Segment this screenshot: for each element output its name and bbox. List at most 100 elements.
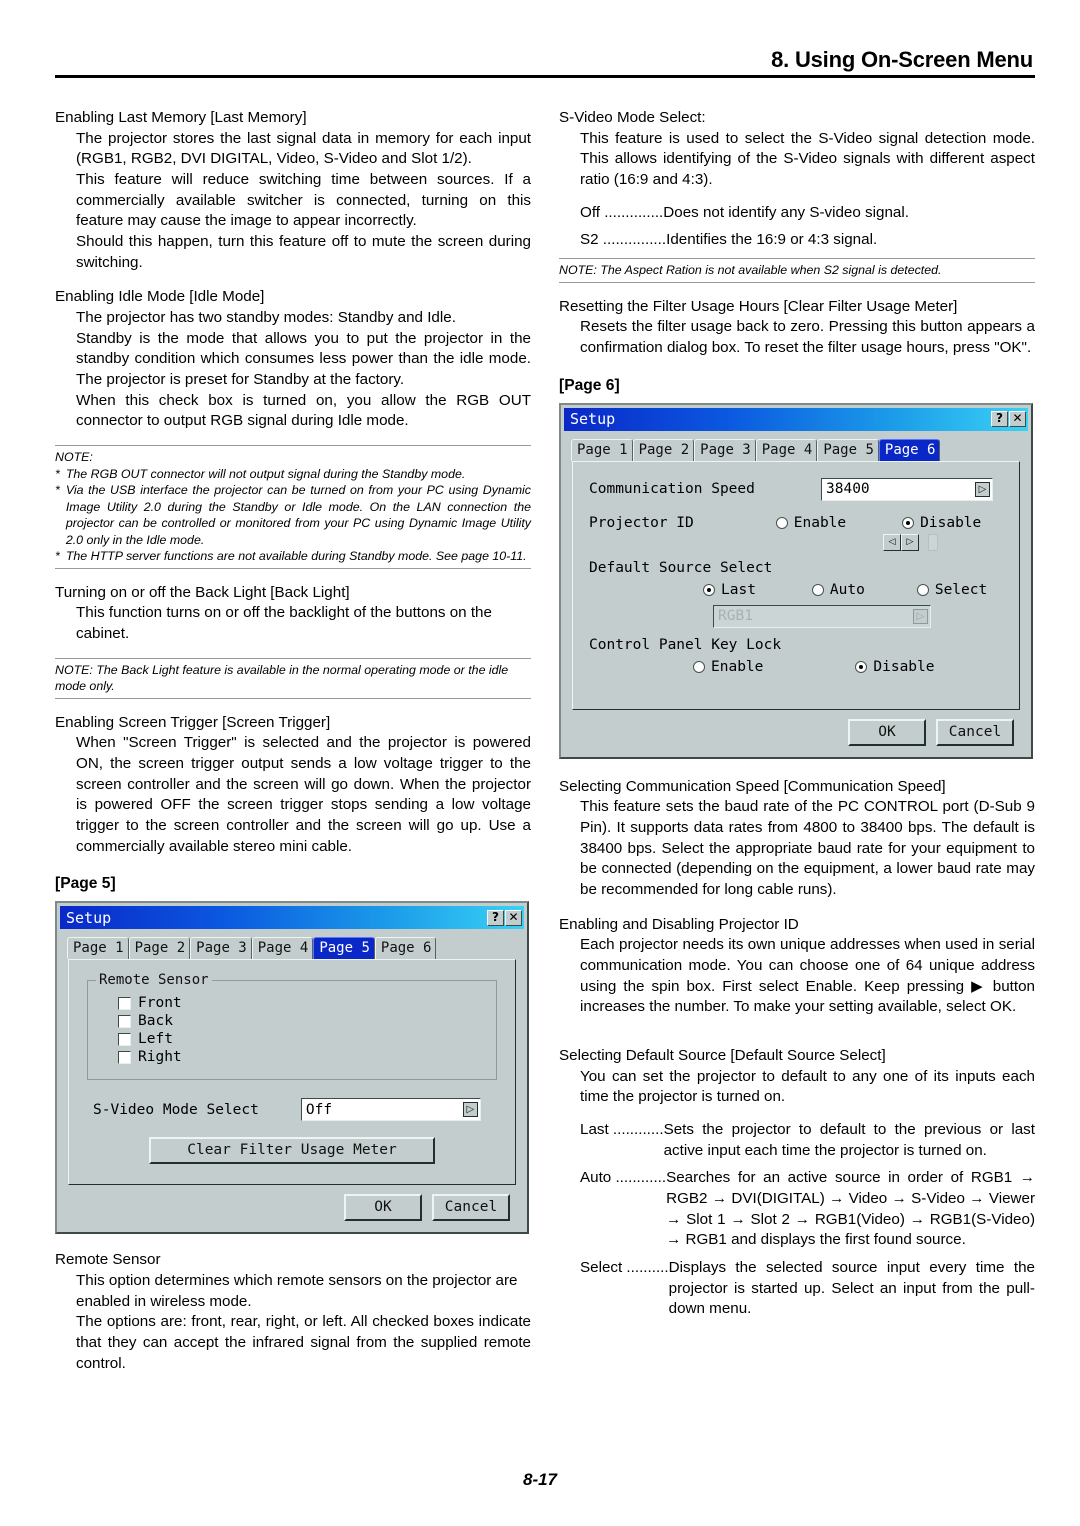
ok-button[interactable]: OK xyxy=(344,1194,422,1222)
tab-page-6[interactable]: Page 6 xyxy=(374,937,437,960)
tab-page-3[interactable]: Page 3 xyxy=(190,937,252,960)
spin-increment-icon[interactable]: ▷ xyxy=(901,533,919,551)
dialog-titlebar[interactable]: Setup ? ✕ xyxy=(60,906,524,930)
communication-speed-row: Communication Speed 38400 ▷ xyxy=(589,477,1001,501)
para-last-memory-3: Should this happen, turn this feature of… xyxy=(76,233,531,271)
tab-page-5[interactable]: Page 5 xyxy=(313,937,375,960)
remote-sensor-groupbox: Remote Sensor Front Back Left Right xyxy=(87,972,497,1081)
para-remote-sensor-1: This option determines which remote sens… xyxy=(76,1271,518,1310)
help-icon[interactable]: ? xyxy=(991,411,1008,428)
checkbox-left[interactable] xyxy=(118,1032,131,1046)
communication-speed-combobox[interactable]: 38400 ▷ xyxy=(821,477,993,501)
ok-button[interactable]: OK xyxy=(848,718,926,746)
cancel-button[interactable]: Cancel xyxy=(432,1194,510,1222)
tab-page-6[interactable]: Page 6 xyxy=(878,438,941,461)
default-source-combobox[interactable]: RGB1 ▷ xyxy=(713,604,931,628)
para-communication-speed: This feature sets the baud rate of the P… xyxy=(580,798,1035,898)
close-icon[interactable]: ✕ xyxy=(1009,411,1026,428)
key-lock-disable-radio-row[interactable]: Disable xyxy=(855,659,935,675)
definition-desc-last: Sets the projector to default to the pre… xyxy=(663,1120,1035,1159)
setup-dialog-page5[interactable]: Setup ? ✕ Page 1 Page 2 Page 3 Page 4 Pa… xyxy=(55,901,529,1235)
default-source-select-radio-row[interactable]: Select xyxy=(916,582,987,598)
default-source-combobox-value: RGB1 xyxy=(718,608,753,625)
close-icon[interactable]: ✕ xyxy=(505,909,522,926)
definition-term-off: Off .............. xyxy=(580,203,664,221)
note-bullet-marker: * xyxy=(55,483,60,498)
chevron-right-icon[interactable]: ▷ xyxy=(913,608,928,624)
para-screen-trigger: When "Screen Trigger" is selected and th… xyxy=(76,734,531,855)
svideo-definition-list: Off .............. Does not identify any… xyxy=(580,203,1035,251)
heading-screen-trigger: Enabling Screen Trigger [Screen Trigger] xyxy=(55,713,331,731)
default-source-definition-list: Last ............ Sets the projector to … xyxy=(580,1120,1035,1320)
spin-decrement-icon[interactable]: ◁ xyxy=(883,533,901,551)
clear-filter-usage-meter-button[interactable]: Clear Filter Usage Meter xyxy=(149,1137,435,1165)
para-idle-mode-1: The projector has two standby modes: Sta… xyxy=(76,309,456,327)
definition-row-auto: Auto ............ Searches for an active… xyxy=(580,1168,1035,1251)
tab-page-3[interactable]: Page 3 xyxy=(694,438,756,461)
note-bullet-text: Via the USB interface the projector can … xyxy=(65,483,531,547)
heading-communication-speed: Selecting Communication Speed [Communica… xyxy=(559,777,946,795)
note-bullet-marker: * xyxy=(55,549,60,564)
dialog-titlebar[interactable]: Setup ? ✕ xyxy=(564,407,1028,431)
radio-default-source-select[interactable] xyxy=(916,583,929,596)
definition-term-last: Last ............ xyxy=(580,1120,664,1138)
setup-dialog-page6[interactable]: Setup ? ✕ Page 1 Page 2 Page 3 Page 4 Pa… xyxy=(559,402,1033,759)
svideo-mode-combobox[interactable]: Off ▷ xyxy=(300,1098,481,1122)
checkbox-label-left: Left xyxy=(138,1031,173,1048)
tab-page-4[interactable]: Page 4 xyxy=(251,937,314,960)
help-icon[interactable]: ? xyxy=(487,909,504,926)
page-number: 8-17 xyxy=(522,1470,558,1489)
checkbox-right[interactable] xyxy=(118,1050,131,1064)
radio-key-lock-enable[interactable] xyxy=(693,660,705,673)
default-source-last-radio-row[interactable]: Last xyxy=(703,582,756,598)
definition-desc-s2: Identifies the 16:9 or 4:3 signal. xyxy=(666,231,878,249)
definition-row-last: Last ............ Sets the projector to … xyxy=(580,1120,1035,1161)
note-idle-mode: NOTE: * The RGB OUT connector will not o… xyxy=(55,445,531,569)
checkbox-row-right[interactable]: Right xyxy=(118,1049,488,1065)
para-projector-id: Each projector needs its own unique addr… xyxy=(580,936,1035,1016)
checkbox-label-back: Back xyxy=(138,1013,173,1030)
projector-id-enable-radio-row[interactable]: Enable xyxy=(775,515,846,531)
radio-default-source-last[interactable] xyxy=(703,583,715,596)
communication-speed-value: 38400 xyxy=(826,481,870,498)
tab-page-4[interactable]: Page 4 xyxy=(755,438,818,461)
projector-id-value xyxy=(928,533,938,551)
radio-projector-id-disable[interactable] xyxy=(902,516,915,529)
tabstrip: Page 1 Page 2 Page 3 Page 4 Page 5 Page … xyxy=(60,929,524,960)
projector-id-spinbox[interactable]: ◁ ▷ xyxy=(883,533,938,551)
tab-page-1[interactable]: Page 1 xyxy=(571,438,633,461)
remote-sensor-group-title: Remote Sensor xyxy=(96,972,212,989)
checkbox-back[interactable] xyxy=(118,1014,131,1028)
projector-id-spinbox-row: ◁ ▷ xyxy=(583,533,1009,551)
projector-id-disable-radio-row[interactable]: Disable xyxy=(902,515,981,531)
definition-term-select: Select .......... xyxy=(580,1258,669,1276)
radio-projector-id-enable[interactable] xyxy=(775,516,788,529)
control-panel-key-lock-label: Control Panel Key Lock xyxy=(589,636,782,653)
definition-desc-auto: Searches for an active source in order o… xyxy=(666,1169,1035,1249)
radio-default-source-auto[interactable] xyxy=(811,583,824,596)
heading-clear-filter-usage: Resetting the Filter Usage Hours [Clear … xyxy=(559,297,958,315)
radio-key-lock-disable[interactable] xyxy=(855,660,868,673)
radio-label-key-lock-enable: Enable xyxy=(711,658,764,675)
default-source-select-label: Default Source Select xyxy=(589,559,773,576)
definition-row-off: Off .............. Does not identify any… xyxy=(580,203,1035,224)
checkbox-row-left[interactable]: Left xyxy=(118,1031,488,1047)
cancel-button[interactable]: Cancel xyxy=(936,718,1014,746)
tab-page-2[interactable]: Page 2 xyxy=(632,438,695,461)
checkbox-row-back[interactable]: Back xyxy=(118,1013,488,1029)
chevron-right-icon[interactable]: ▷ xyxy=(462,1102,478,1118)
heading-back-light: Turning on or off the Back Light [Back L… xyxy=(55,583,350,601)
heading-projector-id: Enabling and Disabling Projector ID xyxy=(559,915,799,933)
para-back-light: This function turns on or off the backli… xyxy=(76,604,492,642)
tab-page-5[interactable]: Page 5 xyxy=(817,438,879,461)
source-combo-row: RGB1 ▷ xyxy=(583,604,1009,628)
checkbox-row-front[interactable]: Front xyxy=(118,995,488,1011)
chevron-right-icon[interactable]: ▷ xyxy=(975,481,990,497)
checkbox-front[interactable] xyxy=(118,996,131,1010)
key-lock-enable-radio-row[interactable]: Enable xyxy=(693,659,763,675)
radio-label-default-source-auto: Auto xyxy=(829,581,865,598)
key-lock-radio-group: Enable Disable xyxy=(583,659,1009,675)
tab-page-2[interactable]: Page 2 xyxy=(128,937,191,960)
default-source-auto-radio-row[interactable]: Auto xyxy=(811,581,865,598)
tab-page-1[interactable]: Page 1 xyxy=(67,937,129,960)
